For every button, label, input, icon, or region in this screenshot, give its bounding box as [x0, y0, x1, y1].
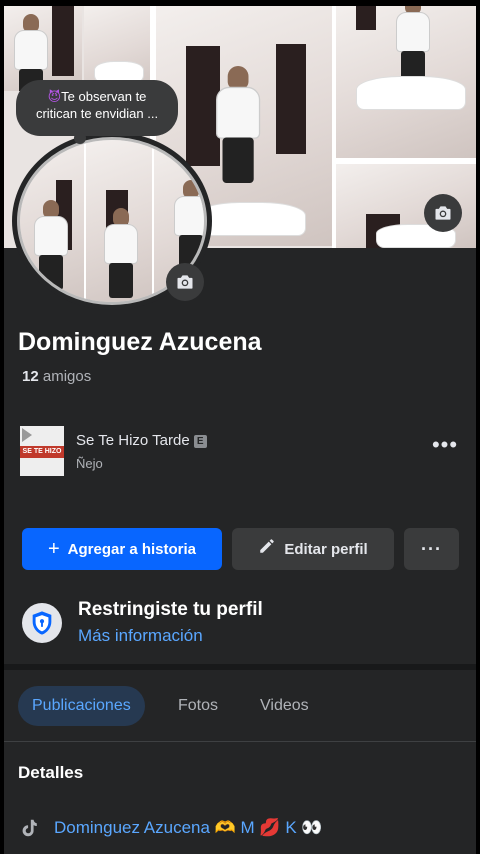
edit-profile-button[interactable]: Editar perfil: [232, 528, 394, 570]
more-icon[interactable]: •••: [430, 434, 460, 464]
devil-emoji: 😈: [47, 89, 62, 104]
details-heading: Detalles: [18, 763, 84, 782]
cover-camera-button[interactable]: [424, 194, 462, 232]
friends-count[interactable]: 12 amigos: [22, 368, 91, 385]
song-title-text: Se Te Hizo Tarde: [76, 432, 190, 449]
section-divider: [4, 664, 476, 670]
camera-icon: [177, 275, 193, 289]
play-icon: [22, 428, 32, 442]
profile-name: Dominguez Azucena: [18, 328, 262, 356]
tiktok-icon: [18, 817, 40, 839]
album-cover: SE TE HIZO: [20, 426, 64, 476]
camera-icon: [435, 206, 451, 220]
plus-icon: +: [47, 537, 60, 560]
restricted-title: Restringiste tu perfil: [78, 599, 263, 620]
avatar-camera-button[interactable]: [166, 263, 204, 301]
profile-note[interactable]: 😈Te observan te critican te envidian ...: [16, 80, 178, 144]
more-options-button[interactable]: ···: [404, 528, 459, 570]
friends-label: amigos: [42, 368, 92, 385]
song-title: Se Te Hizo Tarde E: [76, 432, 207, 449]
more-info-link[interactable]: Más información: [78, 626, 203, 646]
friends-number: 12: [22, 368, 39, 385]
profile-screen: 😈Te observan te critican te envidian ...…: [4, 6, 476, 854]
profile-music[interactable]: SE TE HIZO Se Te Hizo Tarde E Ñejo •••: [20, 426, 460, 478]
add-story-label: Agregar a historia: [67, 540, 197, 558]
tab-fotos[interactable]: Fotos: [178, 686, 218, 726]
tabs-divider: [4, 741, 476, 742]
song-artist: Ñejo: [76, 456, 103, 471]
edit-profile-label: Editar perfil: [284, 540, 368, 558]
tiktok-link[interactable]: Dominguez Azucena 🫶 M 💋 K 👀: [54, 818, 323, 838]
album-text: SE TE HIZO: [20, 446, 64, 458]
shield-lock-icon: [22, 603, 62, 643]
add-story-button[interactable]: + Agregar a historia: [22, 528, 222, 570]
tab-videos[interactable]: Videos: [260, 686, 309, 726]
tab-publicaciones[interactable]: Publicaciones: [18, 686, 145, 726]
explicit-badge: E: [193, 435, 207, 448]
pencil-icon: [258, 537, 276, 561]
